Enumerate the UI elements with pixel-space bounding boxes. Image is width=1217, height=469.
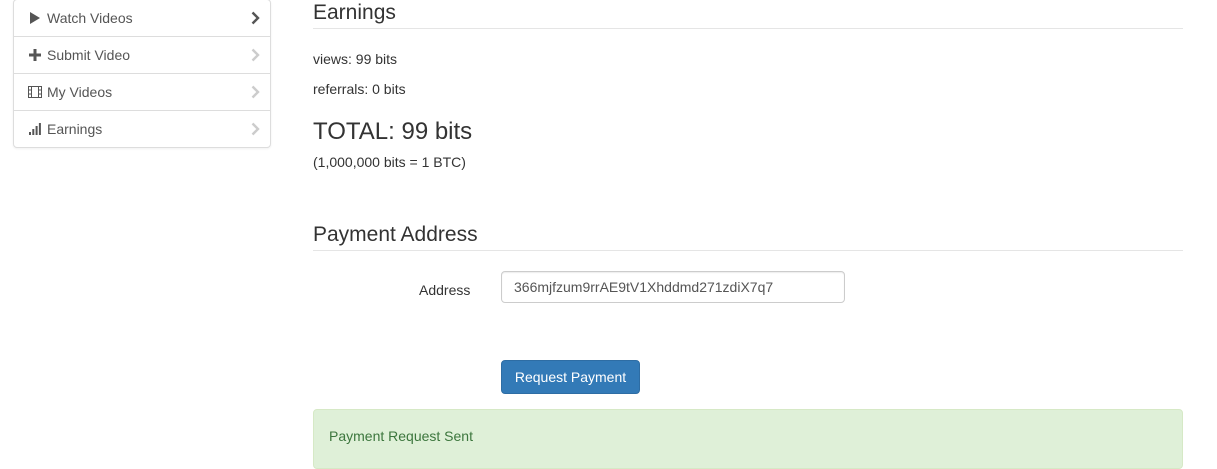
- request-payment-button[interactable]: Request Payment: [501, 360, 640, 394]
- sidebar-nav: Watch Videos Submit Video My Videos Earn…: [13, 0, 271, 148]
- sidebar-item-label: Submit Video: [47, 47, 131, 63]
- sidebar-item-earnings[interactable]: Earnings: [14, 111, 270, 147]
- views-earnings: views: 99 bits: [313, 51, 398, 67]
- sidebar-item-submit-video[interactable]: Submit Video: [14, 37, 270, 74]
- chevron-right-icon: [251, 122, 260, 136]
- play-icon: [28, 11, 42, 25]
- alert-message: Payment Request Sent: [329, 428, 473, 444]
- payment-success-alert: Payment Request Sent: [313, 409, 1183, 469]
- conversion-note: (1,000,000 bits = 1 BTC): [313, 154, 466, 170]
- sidebar-item-my-videos[interactable]: My Videos: [14, 74, 270, 111]
- chevron-right-icon: [251, 85, 260, 99]
- signal-bars-icon: [28, 122, 42, 136]
- sidebar-item-label: My Videos: [47, 84, 113, 100]
- sidebar-item-label: Watch Videos: [47, 10, 133, 26]
- total-earnings: TOTAL: 99 bits: [313, 118, 473, 145]
- chevron-right-icon: [251, 11, 260, 25]
- address-label: Address: [419, 282, 471, 298]
- payment-address-heading: Payment Address: [313, 223, 1183, 251]
- sidebar-item-watch-videos[interactable]: Watch Videos: [14, 0, 270, 37]
- earnings-heading: Earnings: [313, 1, 1183, 29]
- sidebar-item-label: Earnings: [47, 121, 103, 137]
- address-input[interactable]: [501, 271, 845, 303]
- chevron-right-icon: [251, 48, 260, 62]
- plus-icon: [28, 48, 42, 62]
- film-icon: [28, 85, 42, 99]
- referrals-earnings: referrals: 0 bits: [313, 81, 406, 97]
